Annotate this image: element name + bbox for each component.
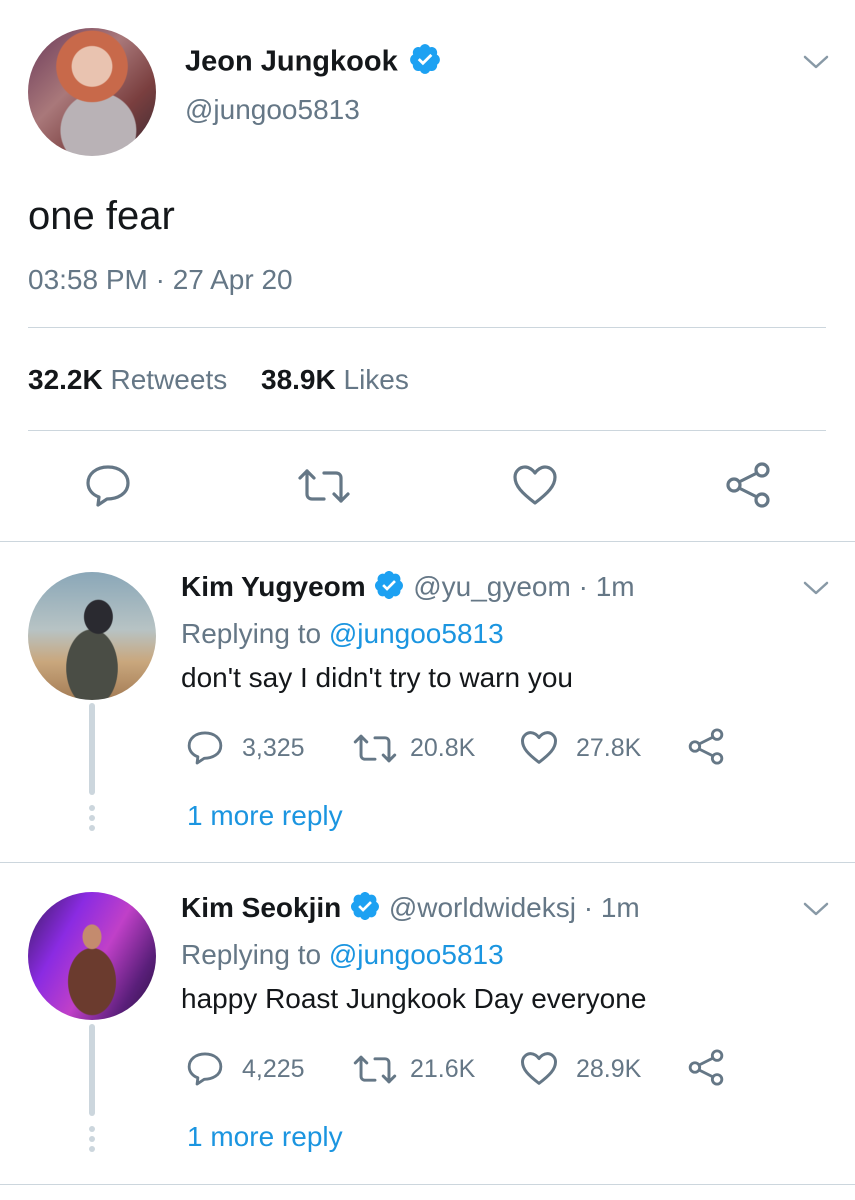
main-tweet-author-handle[interactable]: @jungoo5813 [185, 94, 360, 126]
reply-text: don't say I didn't try to warn you [181, 662, 573, 693]
thread-dots [89, 805, 95, 835]
reply-author-name[interactable]: Kim Yugyeom [181, 571, 366, 602]
like-icon[interactable] [520, 730, 558, 765]
reply-text: happy Roast Jungkook Day everyone [181, 983, 647, 1014]
main-tweet-avatar[interactable] [28, 28, 156, 156]
reply-author-name[interactable]: Kim Seokjin [181, 892, 341, 923]
reply-count: 3,325 [242, 734, 305, 762]
reply-avatar[interactable] [28, 572, 156, 700]
thread-line [89, 1024, 95, 1116]
author-name-text: Jeon Jungkook [185, 45, 398, 78]
like-icon[interactable] [520, 1051, 558, 1086]
retweet-icon[interactable] [352, 1053, 398, 1086]
likes-label: Likes [343, 364, 409, 395]
reply-time: · 1m [583, 891, 640, 923]
thread-line [89, 703, 95, 795]
replying-to-prefix: Replying to [181, 618, 322, 649]
like-count: 27.8K [576, 734, 642, 762]
reply-icon[interactable] [186, 1051, 224, 1087]
divider [28, 327, 826, 328]
divider [28, 430, 826, 431]
retweet-count: 21.6K [410, 1055, 476, 1083]
retweet-count: 20.8K [410, 734, 476, 762]
reply-header: Kim Seokjin @worldwideksj · 1m [181, 890, 640, 929]
retweet-icon[interactable] [352, 732, 398, 765]
reply-author-handle[interactable]: @yu_gyeom [413, 571, 571, 602]
reply-author-handle[interactable]: @worldwideksj [389, 892, 576, 923]
replying-to-handle[interactable]: @jungoo5813 [329, 618, 504, 649]
share-icon[interactable] [687, 728, 725, 765]
chevron-down-icon[interactable] [802, 578, 830, 598]
retweets-link[interactable]: 32.2K Retweets [28, 364, 235, 395]
reply-icon[interactable] [84, 464, 132, 508]
share-icon[interactable] [687, 1049, 725, 1086]
verified-badge-icon [408, 42, 442, 84]
retweets-count: 32.2K [28, 364, 103, 395]
verified-badge-icon [373, 569, 405, 608]
main-tweet-stats: 32.2K Retweets 38.9K Likes [28, 364, 409, 396]
chevron-down-icon[interactable] [802, 899, 830, 919]
thread-dots [89, 1126, 95, 1156]
replying-to-handle[interactable]: @jungoo5813 [329, 939, 504, 970]
reply-time: · 1m [578, 570, 635, 602]
main-tweet-text: one fear [28, 194, 175, 238]
chevron-down-icon[interactable] [802, 52, 830, 72]
reply-header: Kim Yugyeom @yu_gyeom · 1m [181, 569, 635, 608]
replying-to-prefix: Replying to [181, 939, 322, 970]
more-replies-link[interactable]: 1 more reply [187, 1121, 343, 1153]
verified-badge-icon [349, 890, 381, 929]
main-tweet-author-name[interactable]: Jeon Jungkook [185, 42, 442, 84]
share-icon[interactable] [724, 462, 772, 508]
retweet-icon[interactable] [296, 466, 352, 506]
likes-link[interactable]: 38.9K Likes [261, 364, 409, 395]
like-count: 28.9K [576, 1055, 642, 1083]
replying-to: Replying to @jungoo5813 [181, 939, 504, 971]
divider [0, 1184, 855, 1185]
divider [0, 862, 855, 863]
reply-icon[interactable] [186, 730, 224, 766]
retweets-label: Retweets [110, 364, 228, 395]
reply-count: 4,225 [242, 1055, 305, 1083]
replying-to: Replying to @jungoo5813 [181, 618, 504, 650]
reply-avatar[interactable] [28, 892, 156, 1020]
likes-count: 38.9K [261, 364, 336, 395]
divider [0, 541, 855, 542]
like-icon[interactable] [512, 464, 558, 506]
main-tweet-timestamp: 03:58 PM · 27 Apr 20 [28, 264, 293, 295]
more-replies-link[interactable]: 1 more reply [187, 800, 343, 832]
